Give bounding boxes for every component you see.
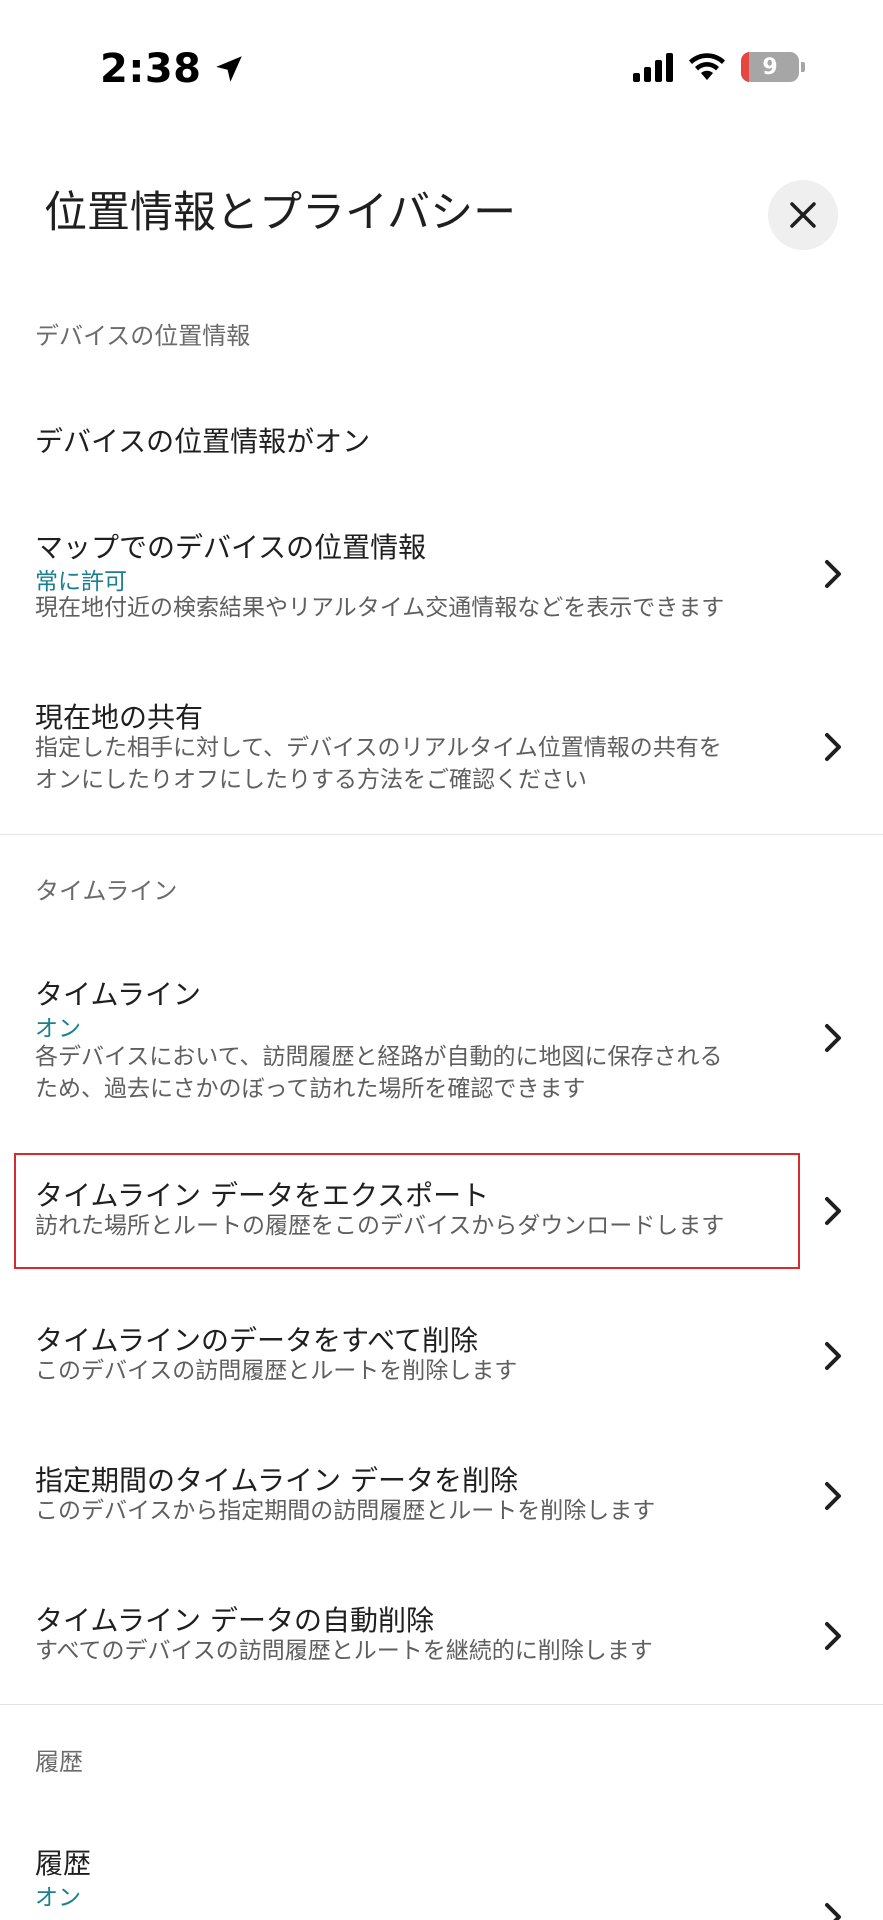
item-status: 常に許可 xyxy=(35,569,127,595)
item-title: 指定期間のタイムライン データを削除 xyxy=(35,1464,518,1497)
list-item-device-location-on[interactable]: デバイスの位置情報がオン xyxy=(0,400,883,470)
list-item-delete-timeline-range[interactable]: 指定期間のタイムライン データを削除 このデバイスから指定期間の訪問履歴とルート… xyxy=(0,1445,883,1535)
section-header-history: 履歴 xyxy=(35,1748,83,1776)
close-button[interactable] xyxy=(768,180,838,250)
list-item-maps-device-location[interactable]: マップでのデバイスの位置情報 常に許可 現在地付近の検索結果やリアルタイム交通情… xyxy=(0,510,883,640)
section-divider xyxy=(0,1704,883,1705)
item-title: タイムライン データの自動削除 xyxy=(35,1604,434,1637)
status-bar: 2:38 9 xyxy=(0,0,883,140)
battery-icon: 9 xyxy=(741,52,799,82)
battery-tip xyxy=(801,62,805,72)
status-icons: 9 xyxy=(633,52,805,82)
item-title: 履歴 xyxy=(35,1847,92,1880)
item-description: 指定した相手に対して、デバイスのリアルタイム位置情報の共有を xyxy=(35,735,722,761)
battery-level: 9 xyxy=(762,54,778,80)
chevron-right-icon xyxy=(825,1197,841,1225)
item-description: すべてのデバイスの訪問履歴とルートを継続的に削除します xyxy=(35,1638,653,1664)
item-title: タイムラインのデータをすべて削除 xyxy=(35,1324,478,1357)
item-status: オン xyxy=(35,1885,81,1911)
chevron-right-icon xyxy=(825,560,841,588)
chevron-right-icon xyxy=(825,1622,841,1650)
list-item-auto-delete-timeline[interactable]: タイムライン データの自動削除 すべてのデバイスの訪問履歴とルートを継続的に削除… xyxy=(0,1585,883,1675)
section-header-timeline: タイムライン xyxy=(35,877,178,905)
close-icon xyxy=(790,202,816,228)
item-title: 現在地の共有 xyxy=(35,701,204,734)
chevron-right-icon xyxy=(825,1024,841,1052)
list-item-location-sharing[interactable]: 現在地の共有 指定した相手に対して、デバイスのリアルタイム位置情報の共有を オン… xyxy=(0,680,883,810)
section-header-device: デバイスの位置情報 xyxy=(35,322,251,350)
page-title: 位置情報とプライバシー xyxy=(44,188,517,238)
chevron-right-icon xyxy=(825,1903,841,1920)
item-description: 現在地付近の検索結果やリアルタイム交通情報などを表示できます xyxy=(35,595,725,621)
item-title: デバイスの位置情報がオン xyxy=(35,425,371,458)
item-status: オン xyxy=(35,1016,81,1042)
item-title: マップでのデバイスの位置情報 xyxy=(35,531,427,564)
list-item-timeline[interactable]: タイムライン オン 各デバイスにおいて、訪問履歴と経路が自動的に地図に保存される… xyxy=(0,965,883,1105)
location-arrow-icon xyxy=(215,56,242,82)
chevron-right-icon xyxy=(825,733,841,761)
highlight-box xyxy=(14,1153,800,1269)
status-time: 2:38 xyxy=(100,46,246,92)
status-time-text: 2:38 xyxy=(100,46,202,92)
list-item-delete-all-timeline-data[interactable]: タイムラインのデータをすべて削除 このデバイスの訪問履歴とルートを削除します xyxy=(0,1305,883,1395)
chevron-right-icon xyxy=(825,1482,841,1510)
section-divider xyxy=(0,834,883,835)
list-item-history[interactable]: 履歴 オン xyxy=(0,1830,883,1920)
wifi-icon xyxy=(689,53,725,80)
item-description: 各デバイスにおいて、訪問履歴と経路が自動的に地図に保存される xyxy=(35,1044,723,1070)
item-description: このデバイスの訪問履歴とルートを削除します xyxy=(35,1358,518,1384)
item-description: このデバイスから指定期間の訪問履歴とルートを削除します xyxy=(35,1498,656,1524)
item-description: オンにしたりオフにしたりする方法をご確認ください xyxy=(35,767,587,793)
chevron-right-icon xyxy=(825,1342,841,1370)
item-description: ため、過去にさかのぼって訪れた場所を確認できます xyxy=(35,1076,586,1102)
item-title: タイムライン xyxy=(35,978,202,1011)
cellular-signal-icon xyxy=(633,52,673,82)
